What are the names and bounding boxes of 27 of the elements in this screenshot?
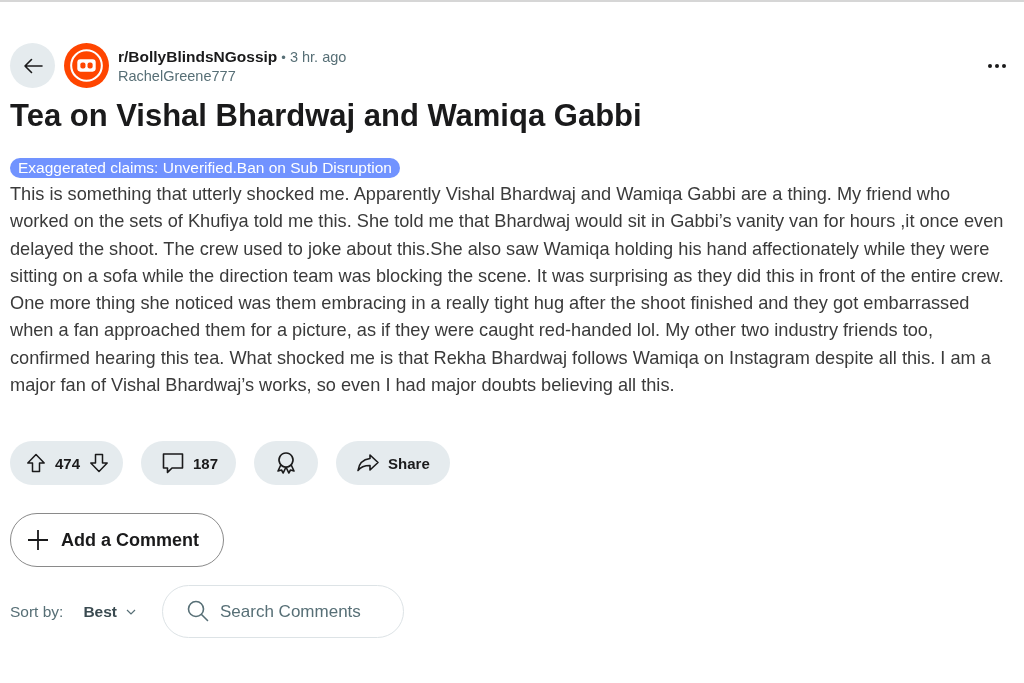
- back-arrow-icon: [22, 57, 43, 74]
- search-icon: [187, 600, 210, 623]
- share-button[interactable]: Share: [336, 441, 450, 486]
- downvote-button[interactable]: [89, 453, 110, 474]
- post-time: 3 hr. ago: [289, 48, 347, 65]
- sort-dropdown[interactable]: Best: [63, 598, 147, 625]
- separator-dot: •: [281, 49, 286, 65]
- post-title: Tea on Vishal Bhardwaj and Wamiqa Gabbi: [10, 97, 643, 135]
- chevron-down-icon: [126, 608, 137, 615]
- up-arrow-icon: [26, 453, 46, 474]
- comments-button[interactable]: 187: [141, 441, 237, 486]
- vote-count: 474: [55, 454, 81, 472]
- add-comment-button[interactable]: Add a Comment: [10, 513, 224, 568]
- post-flair: Exaggerated claims: Unverified.Ban on Sub Disruption: [10, 158, 400, 178]
- search-field[interactable]: Search Comments: [162, 585, 405, 639]
- more-dots-icon: [988, 63, 1006, 68]
- down-arrow-icon: [89, 453, 110, 474]
- sort-label: Sort by:: [10, 602, 64, 621]
- post-body: This is something that utterly shocked me. Apparently Vishal Bhardwaj and Wamiqa Gabbi are a thing. My friend who worked on the sets of Khufiya told me this. She told me that Bhardwaj would sit in Gabbi’s vanity van for hours ,it once even delayed the shoot. The crew used to joke about this.She also saw Wamiqa holding his hand affectionately while they were sitting on a sofa while the direction team was blocking the scene. It was surprising as they did this in front of the entire crew. One more thing she noticed was them embracing in a really tight hug after the shoot finished and they got embarrassed when a fan approached them for a picture, as if they were caught red-handed lol. My other two industry friends too, confirmed hearing this tea. What shocked me is that Rekha Bhardwaj follows Wamiqa on Instagram despite all this. I am a major fan of Vishal Bhardwaj’s works, so even I had major doubts believing all this.: [10, 183, 1005, 398]
- author-link[interactable]: RachelGreene777: [118, 67, 236, 84]
- subreddit-link[interactable]: r/BollyBlindsNGossip: [118, 47, 278, 66]
- award-button[interactable]: [254, 441, 319, 486]
- upvote-button[interactable]: [26, 453, 46, 474]
- plus-icon: [27, 529, 49, 552]
- speech-bubble-icon: [161, 451, 186, 476]
- back-button[interactable]: [10, 43, 55, 88]
- community-logo-icon: [64, 43, 109, 88]
